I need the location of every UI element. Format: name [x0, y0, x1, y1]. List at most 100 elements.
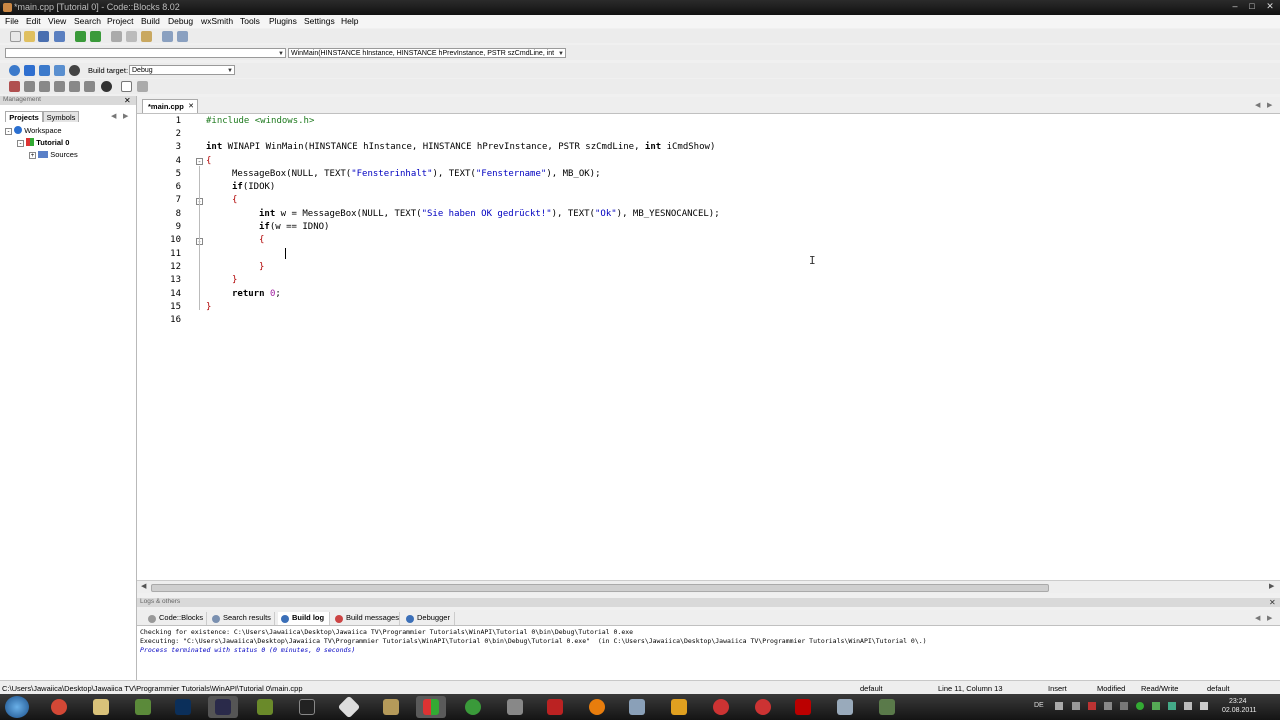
- debug-windows-icon[interactable]: [121, 81, 132, 92]
- taskbar-security[interactable]: [664, 696, 694, 718]
- scroll-right-icon[interactable]: ▶: [1269, 582, 1274, 590]
- tab-scroll-left-icon[interactable]: ◀: [111, 112, 116, 120]
- clock-time[interactable]: 23:24: [1229, 698, 1247, 705]
- network-icon[interactable]: [1184, 702, 1192, 710]
- replace-icon[interactable]: [177, 31, 188, 42]
- tab-codeblocks-log[interactable]: Code::Blocks: [145, 612, 207, 625]
- taskbar-after-effects[interactable]: [208, 696, 238, 718]
- menu-edit[interactable]: Edit: [26, 16, 41, 26]
- tree-workspace[interactable]: - Workspace: [5, 126, 62, 135]
- close-icon[interactable]: ✕: [1269, 598, 1276, 607]
- next-line-icon[interactable]: [39, 81, 50, 92]
- collapse-icon[interactable]: -: [17, 140, 24, 147]
- taskbar-vmware[interactable]: [830, 696, 860, 718]
- menu-project[interactable]: Project: [107, 16, 133, 26]
- tab-symbols[interactable]: Symbols: [43, 111, 79, 122]
- tab-scroll-right-icon[interactable]: ▶: [123, 112, 128, 120]
- tab-debugger[interactable]: Debugger: [403, 612, 455, 625]
- abort-icon[interactable]: [69, 65, 80, 76]
- build-target-select[interactable]: Debug ▼: [129, 65, 235, 75]
- tab-build-messages[interactable]: Build messages: [332, 612, 400, 625]
- taskbar-filezilla[interactable]: [540, 696, 570, 718]
- scope-select[interactable]: ▼: [5, 48, 286, 58]
- build-and-run-icon[interactable]: [39, 65, 50, 76]
- tray-icon[interactable]: [1104, 702, 1112, 710]
- menu-tools[interactable]: Tools: [240, 16, 260, 26]
- menu-help[interactable]: Help: [341, 16, 358, 26]
- volume-icon[interactable]: [1200, 702, 1208, 710]
- taskbar-notepad[interactable]: [250, 696, 280, 718]
- next-instruction-icon[interactable]: [84, 81, 95, 92]
- tab-main-cpp[interactable]: *main.cpp ✕: [142, 99, 198, 113]
- redo-icon[interactable]: [90, 31, 101, 42]
- code-editor[interactable]: 1 2 3 4 5 6 7 8 9 10 11 12 13 14 15 16 -…: [137, 114, 1280, 580]
- info-icon[interactable]: [137, 81, 148, 92]
- taskbar-blender[interactable]: [582, 696, 612, 718]
- paste-icon[interactable]: [141, 31, 152, 42]
- menu-plugins[interactable]: Plugins: [269, 16, 297, 26]
- fold-toggle-icon[interactable]: -: [196, 158, 203, 166]
- taskbar-photoshop[interactable]: [168, 696, 198, 718]
- tray-icon[interactable]: [1120, 702, 1128, 710]
- find-icon[interactable]: [162, 31, 173, 42]
- tab-scroll-right-icon[interactable]: ▶: [1267, 101, 1272, 109]
- tab-scroll-left-icon[interactable]: ◀: [1255, 101, 1260, 109]
- taskbar-acrobat[interactable]: [788, 696, 818, 718]
- run-icon[interactable]: [24, 65, 35, 76]
- step-into-icon[interactable]: [54, 81, 65, 92]
- tree-project[interactable]: - Tutorial 0: [17, 138, 69, 147]
- rebuild-icon[interactable]: [54, 65, 65, 76]
- clock-date[interactable]: 02.08.2011: [1222, 707, 1257, 714]
- language-indicator[interactable]: DE: [1034, 702, 1044, 709]
- cut-icon[interactable]: [111, 31, 122, 42]
- taskbar-archive[interactable]: [376, 696, 406, 718]
- tab-scroll-right-icon[interactable]: ▶: [1267, 614, 1272, 622]
- tab-build-log[interactable]: Build log: [278, 612, 330, 625]
- tab-projects[interactable]: Projects: [5, 111, 43, 122]
- run-to-cursor-icon[interactable]: [24, 81, 35, 92]
- taskbar-misc[interactable]: [872, 696, 902, 718]
- tab-search-results[interactable]: Search results: [209, 612, 275, 625]
- tray-icon[interactable]: [1136, 702, 1144, 710]
- menu-settings[interactable]: Settings: [304, 16, 335, 26]
- scrollbar-thumb[interactable]: [151, 584, 1049, 592]
- taskbar-codeblocks[interactable]: [416, 696, 446, 718]
- build-icon[interactable]: [9, 65, 20, 76]
- step-out-icon[interactable]: [69, 81, 80, 92]
- taskbar-settings[interactable]: [622, 696, 652, 718]
- menu-file[interactable]: File: [5, 16, 19, 26]
- taskbar-greenshot[interactable]: [458, 696, 488, 718]
- scroll-left-icon[interactable]: ◀: [141, 582, 146, 590]
- tray-icon[interactable]: [1088, 702, 1096, 710]
- tray-icon[interactable]: [1055, 702, 1063, 710]
- open-icon[interactable]: [24, 31, 35, 42]
- close-icon[interactable]: ✕: [1263, 1, 1277, 12]
- copy-icon[interactable]: [126, 31, 137, 42]
- menu-view[interactable]: View: [48, 16, 66, 26]
- close-icon[interactable]: ✕: [188, 100, 194, 113]
- tray-icon[interactable]: [1072, 702, 1080, 710]
- function-select[interactable]: WinMain(HINSTANCE hInstance, HINSTANCE h…: [288, 48, 566, 58]
- save-icon[interactable]: [38, 31, 49, 42]
- tree-sources[interactable]: + Sources: [29, 150, 78, 159]
- menu-search[interactable]: Search: [74, 16, 101, 26]
- maximize-icon[interactable]: □: [1245, 1, 1259, 12]
- undo-icon[interactable]: [75, 31, 86, 42]
- menu-build[interactable]: Build: [141, 16, 160, 26]
- tab-scroll-left-icon[interactable]: ◀: [1255, 614, 1260, 622]
- menu-wxsmith[interactable]: wxSmith: [201, 16, 233, 26]
- stop-debug-icon[interactable]: [101, 81, 112, 92]
- taskbar-media[interactable]: [706, 696, 736, 718]
- taskbar-steam[interactable]: [500, 696, 530, 718]
- save-all-icon[interactable]: [54, 31, 65, 42]
- debug-start-icon[interactable]: [9, 81, 20, 92]
- start-button-icon[interactable]: [5, 696, 29, 718]
- taskbar-chrome[interactable]: [44, 696, 74, 718]
- close-icon[interactable]: ✕: [124, 96, 131, 105]
- taskbar-console[interactable]: [292, 696, 322, 718]
- expand-icon[interactable]: +: [29, 152, 36, 159]
- taskbar-explorer[interactable]: [86, 696, 116, 718]
- taskbar-minecraft[interactable]: [128, 696, 158, 718]
- new-file-icon[interactable]: [10, 31, 21, 42]
- tray-icon[interactable]: [1168, 702, 1176, 710]
